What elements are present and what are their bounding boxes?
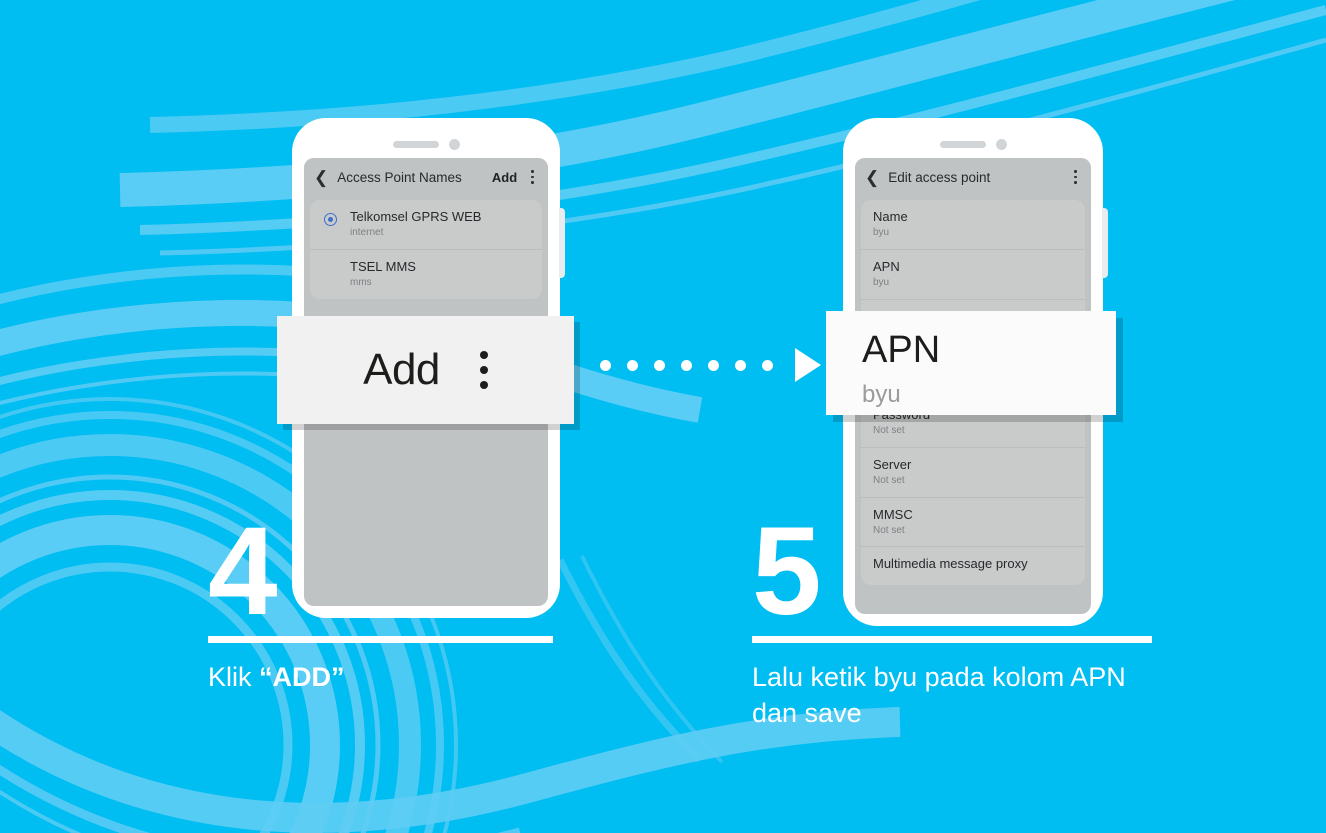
step-4: 4 Klik “ADD”: [208, 502, 553, 695]
list-item[interactable]: TSEL MMS mms: [310, 250, 542, 299]
field-value: byu: [873, 277, 890, 288]
step-caption: Lalu ketik byu pada kolom APN dan save: [752, 662, 1126, 729]
chevron-left-icon[interactable]: ❮: [865, 169, 888, 186]
list-item-title: TSEL MMS: [350, 258, 416, 274]
field-value: Not set: [873, 475, 905, 486]
edit-apn-toolbar: ❮ Edit access point: [855, 158, 1091, 196]
callout-add-card: Add: [277, 316, 574, 424]
arrow-dot: [654, 359, 665, 371]
toolbar-title: Access Point Names: [337, 169, 462, 185]
speaker-grille-icon: [392, 140, 439, 148]
field-value: Not set: [873, 425, 905, 437]
callout-add-label: Add: [363, 345, 440, 394]
apn-list: Telkomsel GPRS WEB internet TSEL MMS mms: [310, 200, 542, 299]
list-item[interactable]: Telkomsel GPRS WEB internet: [310, 200, 542, 250]
kebab-menu-icon: [479, 351, 488, 389]
arrow-dot: [600, 359, 611, 371]
front-camera-icon: [995, 138, 1007, 150]
arrow-dot: [681, 359, 692, 371]
step-caption: Klik “ADD”: [208, 659, 553, 695]
step-5: 5 Lalu ketik byu pada kolom APN dan save: [752, 502, 1152, 732]
add-button[interactable]: Add: [492, 170, 529, 185]
field-label: Name: [873, 209, 908, 224]
phone-side-button-left[interactable]: [559, 208, 565, 278]
apn-list-toolbar: ❮ Access Point Names Add: [304, 158, 548, 196]
phone-side-button-right[interactable]: [1102, 208, 1108, 278]
flow-arrow: [600, 348, 821, 382]
chevron-left-icon[interactable]: ❮: [314, 169, 337, 186]
arrow-dot: [762, 359, 773, 371]
toolbar-title: Edit access point: [888, 169, 991, 185]
list-item-subtitle: internet: [350, 227, 384, 239]
kebab-menu-icon[interactable]: [1072, 168, 1079, 185]
phone-earpiece-area: [292, 134, 560, 154]
field-value: byu: [873, 227, 890, 239]
list-item[interactable]: Name byu: [861, 200, 1085, 250]
triangle-right-icon: [795, 348, 821, 382]
phone-earpiece-area: [843, 134, 1103, 154]
field-label: APN: [873, 258, 900, 274]
step-caption-bold: “ADD”: [259, 662, 345, 692]
list-item[interactable]: APN byu: [861, 250, 1085, 300]
front-camera-icon: [448, 138, 460, 150]
instruction-banner: ❮ Access Point Names Add Telkomsel GPRS …: [0, 0, 1326, 833]
callout-apn-value: byu: [862, 381, 901, 408]
arrow-dot: [627, 359, 638, 371]
speaker-grille-icon: [939, 140, 986, 148]
step-number: 4: [208, 502, 278, 641]
callout-apn-card: APN byu: [826, 311, 1116, 415]
arrow-dot: [735, 359, 746, 371]
list-item[interactable]: Server Not set: [861, 448, 1085, 498]
radio-selected-icon[interactable]: [324, 213, 337, 226]
step-caption-plain: Klik: [208, 662, 260, 692]
step-number: 5: [752, 502, 822, 641]
field-label: Server: [873, 456, 912, 472]
kebab-menu-icon[interactable]: [529, 168, 536, 185]
list-item-title: Telkomsel GPRS WEB: [350, 209, 482, 224]
arrow-dot: [708, 359, 719, 371]
callout-apn-title: APN: [862, 329, 941, 371]
list-item-subtitle: mms: [350, 277, 372, 288]
field-label: MMSC: [873, 506, 913, 522]
